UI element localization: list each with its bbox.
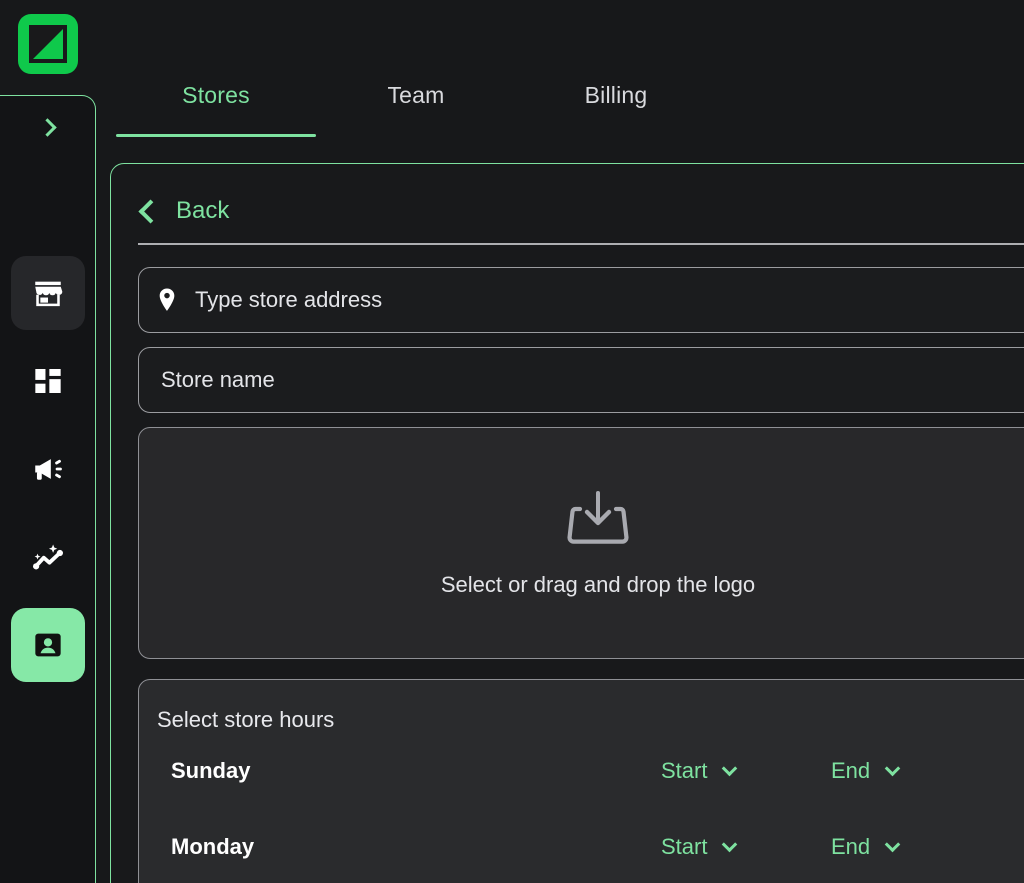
store-hours-card: Select store hours Sunday Start End Mond… xyxy=(138,679,1024,883)
header-divider xyxy=(138,243,1024,245)
sunday-start-label: Start xyxy=(661,758,708,783)
sidebar-item-dashboard[interactable] xyxy=(11,344,85,418)
chevron-down-icon xyxy=(884,836,901,853)
chevron-left-icon xyxy=(138,198,163,224)
app-logo[interactable] xyxy=(18,14,78,74)
dashboard-grid-icon xyxy=(35,369,61,393)
chevron-down-icon xyxy=(722,760,738,777)
tab-billing-label: Billing xyxy=(584,82,648,108)
sunday-start-dropdown[interactable]: Start xyxy=(661,758,831,784)
day-label-monday: Monday xyxy=(171,834,255,859)
store-name-placeholder: Store name xyxy=(161,367,275,392)
sunday-end-label: End xyxy=(831,758,871,783)
app-logo-triangle-icon xyxy=(29,25,67,63)
sidebar-item-campaigns[interactable] xyxy=(11,432,85,506)
sunday-end-dropdown[interactable]: End xyxy=(831,758,1001,784)
back-button[interactable]: Back xyxy=(138,197,229,225)
tab-billing[interactable]: Billing xyxy=(516,82,716,137)
back-button-label: Back xyxy=(176,197,230,224)
monday-start-dropdown[interactable]: Start xyxy=(661,834,831,860)
sidebar-item-stores[interactable] xyxy=(11,256,85,330)
tab-bar: Stores Team Billing xyxy=(116,82,716,137)
store-hours-row-sunday: Sunday Start End xyxy=(139,733,1024,809)
store-name-input[interactable]: Store name xyxy=(138,347,1024,413)
account-badge-icon xyxy=(35,633,61,657)
app-root: Stores Team Billing Back Type store addr… xyxy=(0,0,1024,883)
sidebar xyxy=(0,95,96,883)
download-tray-icon xyxy=(567,490,629,544)
monday-end-dropdown[interactable]: End xyxy=(831,834,1001,860)
storefront-icon xyxy=(35,281,63,307)
day-label-sunday: Sunday xyxy=(171,758,251,783)
tab-team-label: Team xyxy=(387,82,445,108)
logo-dropzone-label: Select or drag and drop the logo xyxy=(440,571,756,597)
chevron-down-icon xyxy=(884,760,901,777)
location-pin-icon xyxy=(159,288,175,311)
store-address-input[interactable]: Type store address xyxy=(138,267,1024,333)
store-address-placeholder: Type store address xyxy=(195,287,383,312)
tab-team[interactable]: Team xyxy=(316,82,516,137)
logo-dropzone[interactable]: Select or drag and drop the logo xyxy=(138,427,1024,659)
megaphone-icon xyxy=(35,459,62,480)
chevron-right-icon xyxy=(37,117,57,137)
store-hours-row-monday: Monday Start End xyxy=(139,809,1024,883)
chevron-down-icon xyxy=(722,836,738,853)
monday-start-label: Start xyxy=(661,834,708,859)
tab-stores-label: Stores xyxy=(182,82,250,108)
sidebar-item-insights[interactable] xyxy=(11,520,85,594)
store-form-panel: Back Type store address Store name Selec… xyxy=(110,163,1024,883)
tab-stores[interactable]: Stores xyxy=(116,82,316,137)
store-hours-title: Select store hours xyxy=(157,707,335,732)
analytics-sparkle-icon xyxy=(32,544,64,570)
sidebar-expand-button[interactable] xyxy=(0,96,94,158)
monday-end-label: End xyxy=(831,834,871,859)
sidebar-item-account[interactable] xyxy=(11,608,85,682)
sidebar-item-list xyxy=(0,256,96,682)
